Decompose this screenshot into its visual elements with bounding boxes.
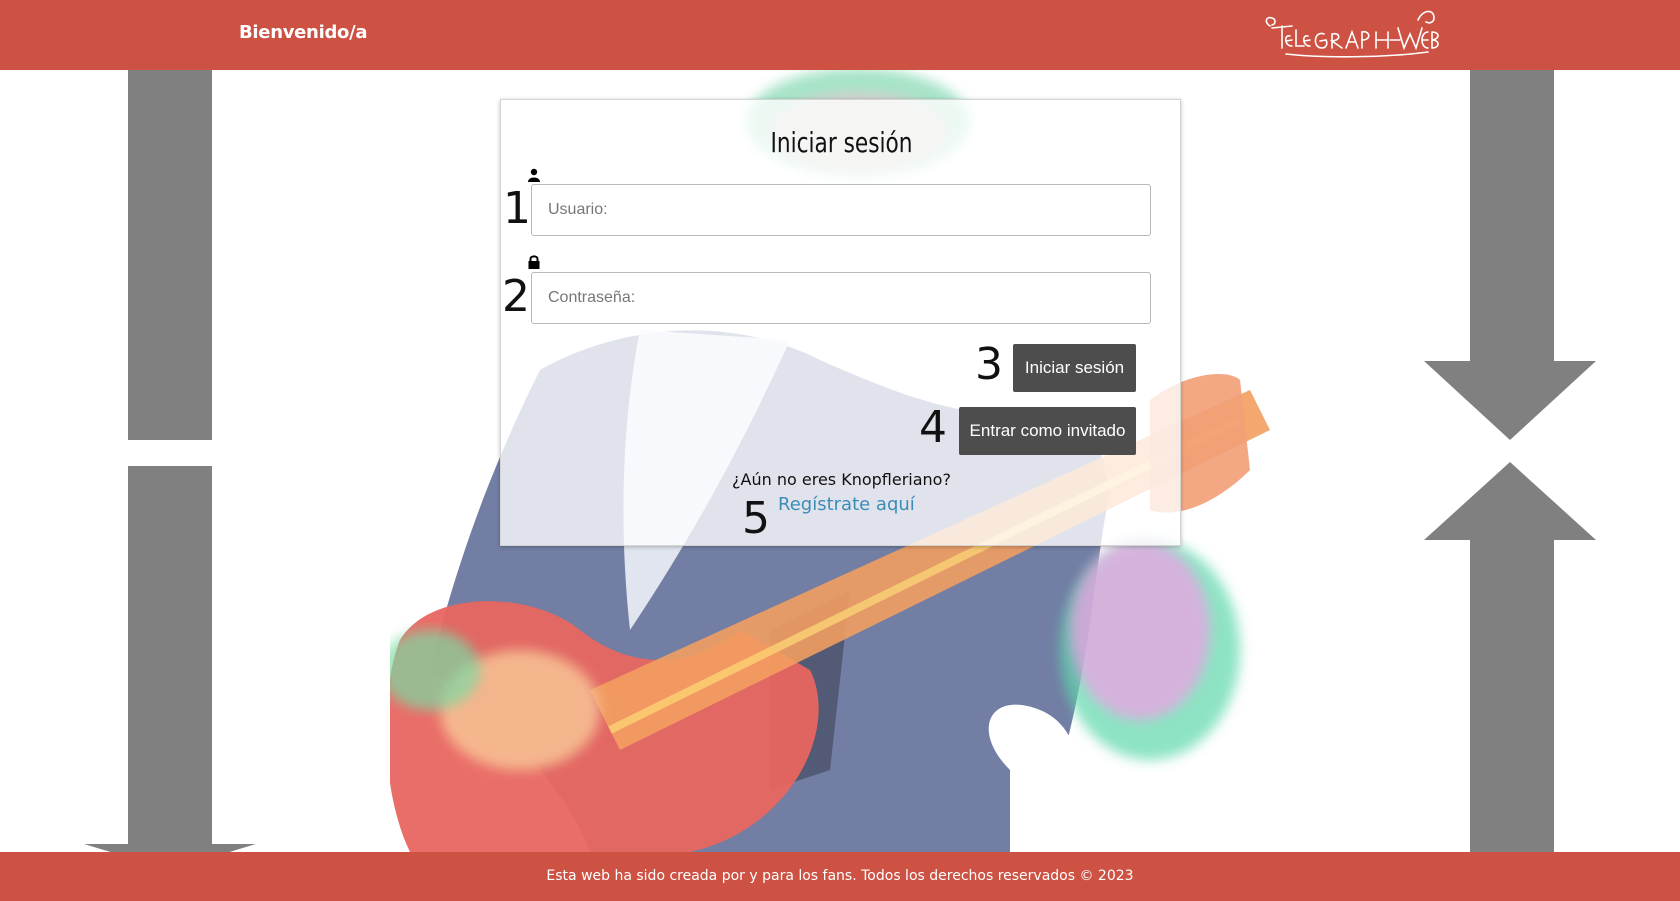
top-bar: Bienvenido/a — [0, 0, 1680, 70]
login-card: Iniciar sesión 1 2 3 Iniciar sesión 4 En… — [500, 99, 1181, 546]
guest-login-button[interactable]: Entrar como invitado — [959, 407, 1136, 455]
register-question: ¿Aún no eres Knopfleriano? — [732, 470, 951, 489]
left-arrow-decoration — [84, 70, 256, 852]
login-button[interactable]: Iniciar sesión — [1013, 344, 1136, 392]
password-input[interactable] — [531, 272, 1151, 324]
register-link[interactable]: Regístrate aquí — [778, 494, 915, 515]
welcome-text: Bienvenido/a — [239, 22, 368, 43]
step-number-5: 5 — [742, 493, 770, 544]
telegraph-web-logo[interactable] — [1262, 4, 1440, 62]
lock-icon — [528, 255, 540, 269]
login-title: Iniciar sesión — [770, 126, 913, 159]
step-number-1: 1 — [503, 183, 531, 234]
username-input[interactable] — [531, 184, 1151, 236]
right-arrow-decoration — [1424, 70, 1596, 852]
step-number-4: 4 — [919, 402, 947, 453]
footer: Esta web ha sido creada por y para los f… — [0, 852, 1680, 901]
step-number-3: 3 — [975, 339, 1003, 390]
user-icon — [528, 168, 540, 182]
step-number-2: 2 — [502, 271, 530, 322]
